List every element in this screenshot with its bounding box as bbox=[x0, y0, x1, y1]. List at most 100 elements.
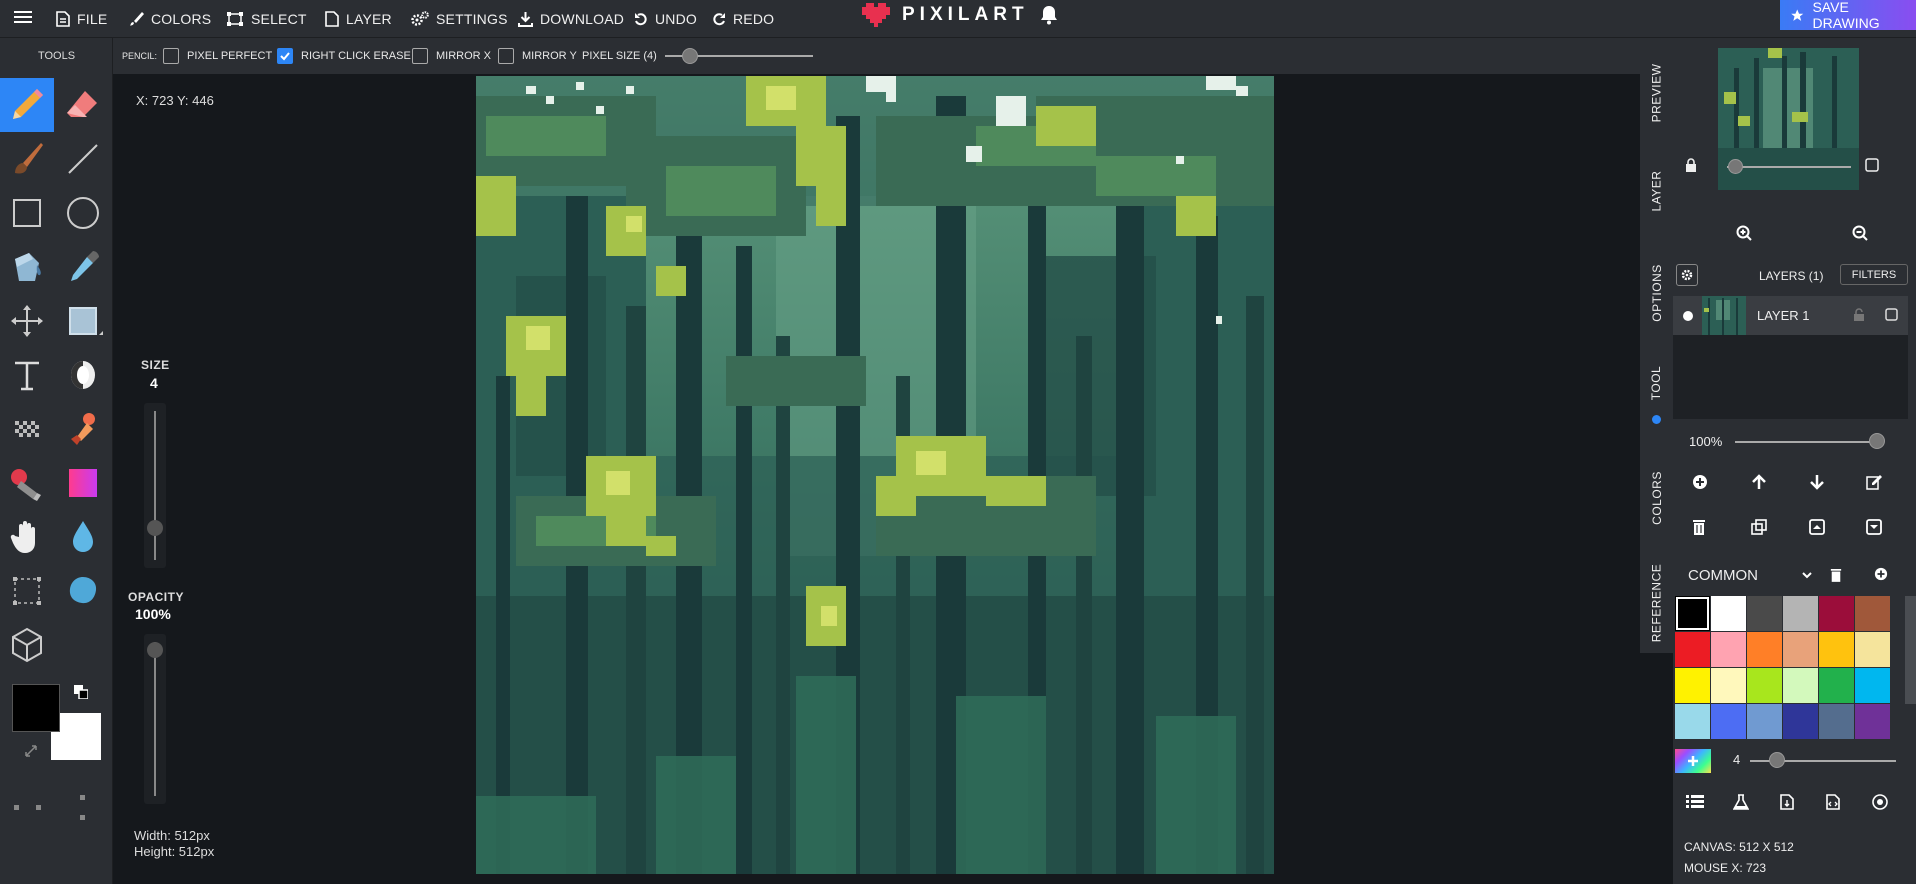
opacity-slider-knob[interactable] bbox=[147, 642, 163, 658]
reset-colors-icon[interactable] bbox=[24, 744, 38, 763]
palette-swatch[interactable] bbox=[1819, 596, 1854, 631]
palette-dropdown-chevron-icon[interactable] bbox=[1801, 570, 1813, 580]
rectangle-tool[interactable] bbox=[0, 186, 54, 240]
move-layer-up-icon[interactable] bbox=[1751, 474, 1767, 490]
settings-menu[interactable]: SETTINGS bbox=[411, 0, 508, 38]
smudge-tool[interactable] bbox=[56, 564, 110, 618]
size-slider-knob[interactable] bbox=[147, 520, 163, 537]
layer-opacity-knob[interactable] bbox=[1869, 433, 1885, 449]
palette-swatch[interactable] bbox=[1819, 668, 1854, 703]
palette-swatch[interactable] bbox=[1855, 668, 1890, 703]
code-file-icon[interactable] bbox=[1826, 794, 1840, 810]
preview-opacity-knob[interactable] bbox=[1728, 159, 1743, 174]
zoom-in-icon[interactable] bbox=[1736, 225, 1752, 241]
duplicate-layer-icon[interactable] bbox=[1751, 519, 1767, 535]
tab-options[interactable]: OPTIONS bbox=[1640, 248, 1673, 338]
mirror-x-option[interactable]: MIRROR X bbox=[412, 38, 491, 74]
dither-tool[interactable] bbox=[56, 348, 110, 402]
mirror-y-option[interactable]: MIRROR Y bbox=[498, 38, 577, 74]
move-tool[interactable] bbox=[0, 294, 54, 348]
undo-button[interactable]: UNDO bbox=[634, 0, 697, 38]
gradient-tool[interactable] bbox=[56, 456, 110, 510]
delete-palette-icon[interactable] bbox=[1830, 568, 1842, 582]
fill-tool[interactable] bbox=[0, 240, 54, 294]
pixilart-logo[interactable]: PIXILART bbox=[862, 0, 1029, 30]
palette-swatch[interactable] bbox=[1819, 632, 1854, 667]
size-slider[interactable] bbox=[144, 403, 166, 568]
add-layer-icon[interactable] bbox=[1692, 474, 1708, 490]
pan-tool[interactable] bbox=[0, 510, 54, 564]
palette-name[interactable]: COMMON bbox=[1688, 567, 1758, 584]
import-palette-file-icon[interactable] bbox=[1780, 794, 1794, 810]
palette-swatch[interactable] bbox=[1747, 596, 1782, 631]
right-click-erase-checkbox[interactable] bbox=[277, 48, 293, 64]
palette-swatch[interactable] bbox=[1711, 632, 1746, 667]
colors-menu[interactable]: COLORS bbox=[128, 0, 211, 38]
color-picker-tool[interactable] bbox=[56, 240, 110, 294]
shape-tool[interactable] bbox=[56, 294, 110, 348]
text-tool[interactable] bbox=[0, 348, 54, 402]
palette-swatch[interactable] bbox=[1747, 704, 1782, 739]
delete-layer-icon[interactable] bbox=[1692, 519, 1706, 535]
drawing-canvas[interactable] bbox=[476, 76, 1274, 874]
pixel-size-slider-knob[interactable] bbox=[682, 48, 698, 64]
palette-swatch[interactable] bbox=[1711, 704, 1746, 739]
palette-swatch[interactable] bbox=[1675, 668, 1710, 703]
palette-swatch[interactable] bbox=[1747, 668, 1782, 703]
3d-tool[interactable] bbox=[0, 618, 54, 672]
pixel-perfect-checkbox[interactable] bbox=[163, 48, 179, 64]
right-click-erase-option[interactable]: RIGHT CLICK ERASE bbox=[277, 38, 411, 74]
tab-layer[interactable]: LAYER bbox=[1640, 146, 1673, 236]
tab-reference[interactable]: REFERENCE bbox=[1640, 558, 1673, 648]
palette-swatch[interactable] bbox=[1855, 596, 1890, 631]
palette-swatch[interactable] bbox=[1855, 704, 1890, 739]
gradient-fill-tool[interactable] bbox=[0, 456, 54, 510]
layer-opacity-slider[interactable] bbox=[1735, 441, 1875, 443]
mirror-y-checkbox[interactable] bbox=[498, 48, 514, 64]
layer-visibility-dot[interactable] bbox=[1683, 311, 1693, 321]
save-drawing-button[interactable]: SAVE DRAWING bbox=[1780, 0, 1916, 31]
file-menu[interactable]: FILE bbox=[56, 0, 107, 38]
mirror-x-checkbox[interactable] bbox=[412, 48, 428, 64]
tab-colors[interactable]: COLORS bbox=[1640, 453, 1673, 543]
line-tool[interactable] bbox=[56, 132, 110, 186]
primary-color-swatch[interactable] bbox=[12, 684, 60, 732]
palette-swatch[interactable] bbox=[1783, 596, 1818, 631]
opacity-slider[interactable] bbox=[144, 634, 166, 804]
palette-swatch[interactable] bbox=[1747, 632, 1782, 667]
flask-icon[interactable] bbox=[1733, 794, 1749, 810]
palette-swatch[interactable] bbox=[1819, 704, 1854, 739]
lock-preview-icon[interactable] bbox=[1685, 158, 1697, 172]
palette-swatch[interactable] bbox=[1711, 668, 1746, 703]
redo-button[interactable]: REDO bbox=[712, 0, 774, 38]
add-palette-icon[interactable] bbox=[1874, 567, 1888, 581]
target-icon[interactable] bbox=[1872, 794, 1888, 810]
layer-settings-icon[interactable] bbox=[1676, 264, 1698, 286]
zoom-out-icon[interactable] bbox=[1852, 225, 1868, 241]
download-menu[interactable]: DOWNLOAD bbox=[518, 0, 624, 38]
palette-swatch[interactable] bbox=[1675, 596, 1710, 631]
merge-down-icon[interactable] bbox=[1866, 519, 1882, 535]
add-custom-color-button[interactable] bbox=[1675, 749, 1711, 773]
palette-swatch[interactable] bbox=[1675, 704, 1710, 739]
palette-swatch[interactable] bbox=[1711, 596, 1746, 631]
ellipse-tool[interactable] bbox=[56, 186, 110, 240]
palette-swatch[interactable] bbox=[1855, 632, 1890, 667]
layer-select-checkbox[interactable] bbox=[1885, 308, 1898, 321]
filters-button[interactable]: FILTERS bbox=[1840, 264, 1908, 285]
merge-up-icon[interactable] bbox=[1809, 519, 1825, 535]
pixel-perfect-option[interactable]: PIXEL PERFECT bbox=[163, 38, 272, 74]
tab-preview[interactable]: PREVIEW bbox=[1640, 48, 1673, 138]
palette-swatch[interactable] bbox=[1675, 632, 1710, 667]
layer-lock-icon[interactable] bbox=[1853, 308, 1865, 321]
palette-swatch[interactable] bbox=[1783, 668, 1818, 703]
blur-tool[interactable] bbox=[56, 510, 110, 564]
stamp-tool[interactable] bbox=[56, 402, 110, 456]
edit-layer-icon[interactable] bbox=[1866, 474, 1882, 490]
layer-row[interactable]: LAYER 1 bbox=[1673, 296, 1908, 335]
swap-colors-icon[interactable] bbox=[74, 685, 89, 700]
crop-tool[interactable] bbox=[0, 564, 54, 618]
pencil-tool[interactable] bbox=[0, 78, 54, 132]
palette-size-knob[interactable] bbox=[1769, 752, 1785, 768]
list-view-icon[interactable] bbox=[1686, 794, 1704, 810]
